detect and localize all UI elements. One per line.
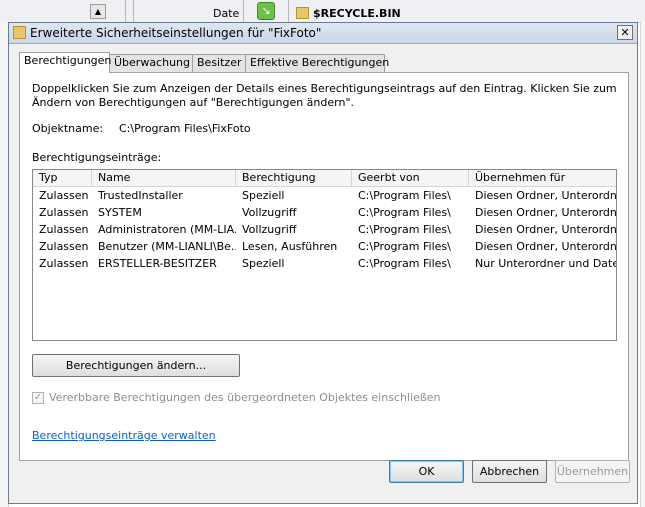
cell-typ: Zulassen	[39, 206, 89, 219]
column-header-berechtigung[interactable]: Berechtigung	[236, 170, 352, 186]
scroll-up-button[interactable]: ▲	[90, 4, 106, 19]
cell-uebernehmen-fuer: Diesen Ordner, Unterordn...	[475, 240, 616, 253]
column-header-geerbt-von[interactable]: Geerbt von	[352, 170, 469, 186]
folder-name-recycle-bin[interactable]: $RECYCLE.BIN	[313, 7, 401, 20]
close-button[interactable]: ✕	[617, 25, 633, 40]
manage-permission-entries-link[interactable]: Berechtigungseinträge verwalten	[32, 429, 216, 442]
column-divider	[133, 0, 134, 22]
cell-berechtigung: Lesen, Ausführen	[242, 240, 338, 253]
background-right-edge	[640, 22, 645, 507]
shortcut-arrow-icon: ↘	[257, 2, 275, 20]
cell-berechtigung: Vollzugriff	[242, 206, 297, 219]
object-name-value: C:\Program Files\FixFoto	[119, 122, 251, 135]
cell-geerbt-von: C:\Program Files\	[358, 240, 451, 253]
folder-icon	[296, 7, 309, 19]
cell-name: Administratoren (MM-LIA...	[98, 223, 236, 236]
object-name-label: Objektname:	[32, 122, 104, 135]
cell-typ: Zulassen	[39, 189, 89, 202]
permission-entries-label: Berechtigungseinträge:	[32, 151, 162, 164]
table-row[interactable]: Zulassen ERSTELLER-BESITZER Speziell C:\…	[33, 255, 616, 272]
column-header-uebernehmen-fuer[interactable]: Übernehmen für	[469, 170, 616, 186]
title-bar[interactable]: Erweiterte Sicherheitseinstellungen für …	[9, 23, 637, 44]
cell-typ: Zulassen	[39, 240, 89, 253]
checkmark-icon: ✓	[33, 392, 43, 403]
cell-geerbt-von: C:\Program Files\	[358, 189, 451, 202]
cancel-button[interactable]: Abbrechen	[472, 460, 547, 483]
column-divider	[125, 0, 126, 22]
inherit-permissions-label: Vererbbare Berechtigungen des übergeordn…	[49, 391, 441, 404]
table-row[interactable]: Zulassen Benutzer (MM-LIANLI\Be... Lesen…	[33, 238, 616, 255]
cell-name: ERSTELLER-BESITZER	[98, 257, 217, 270]
ok-button[interactable]: OK	[389, 460, 464, 483]
tab-effektive-berechtigungen[interactable]: Effektive Berechtigungen	[245, 54, 389, 72]
cell-name: TrustedInstaller	[98, 189, 183, 202]
advanced-security-dialog: Erweiterte Sicherheitseinstellungen für …	[8, 22, 638, 504]
cell-typ: Zulassen	[39, 257, 89, 270]
table-row[interactable]: Zulassen SYSTEM Vollzugriff C:\Program F…	[33, 204, 616, 221]
column-header-name[interactable]: Name	[92, 170, 236, 186]
cell-uebernehmen-fuer: Diesen Ordner, Unterordn...	[475, 206, 616, 219]
cell-geerbt-von: C:\Program Files\	[358, 257, 451, 270]
table-row[interactable]: Zulassen Administratoren (MM-LIA... Voll…	[33, 221, 616, 238]
cell-uebernehmen-fuer: Diesen Ordner, Unterordner	[475, 189, 616, 202]
apply-button[interactable]: Übernehmen	[555, 460, 630, 483]
cell-berechtigung: Vollzugriff	[242, 223, 297, 236]
cell-geerbt-von: C:\Program Files\	[358, 206, 451, 219]
permission-entries-list[interactable]: Typ Name Berechtigung Geerbt von Überneh…	[32, 169, 617, 341]
cell-uebernehmen-fuer: Diesen Ordner, Unterordn...	[475, 223, 616, 236]
column-divider	[243, 0, 244, 22]
cell-uebernehmen-fuer: Nur Unterordner und Date...	[475, 257, 616, 270]
cell-name: SYSTEM	[98, 206, 142, 219]
cell-berechtigung: Speziell	[242, 257, 285, 270]
cell-berechtigung: Speziell	[242, 189, 285, 202]
tab-ueberwachung[interactable]: Überwachung	[109, 54, 193, 72]
tab-berechtigungen[interactable]: Berechtigungen	[19, 52, 111, 73]
close-icon: ✕	[620, 26, 630, 39]
column-header-date[interactable]: Date	[213, 7, 239, 20]
column-header-typ[interactable]: Typ	[33, 170, 92, 186]
tab-besitzer[interactable]: Besitzer	[192, 54, 246, 72]
cell-name: Benutzer (MM-LIANLI\Be...	[98, 240, 236, 253]
inherit-permissions-checkbox[interactable]: ✓	[32, 392, 44, 404]
column-divider	[288, 0, 289, 22]
change-permissions-button[interactable]: Berechtigungen ändern...	[32, 354, 240, 377]
dialog-title: Erweiterte Sicherheitseinstellungen für …	[30, 26, 322, 40]
folder-icon	[13, 26, 26, 39]
table-row[interactable]: Zulassen TrustedInstaller Speziell C:\Pr…	[33, 187, 616, 204]
list-header: Typ Name Berechtigung Geerbt von Überneh…	[33, 170, 616, 187]
instructions-text: Doppelklicken Sie zum Anzeigen der Detai…	[32, 82, 617, 109]
permissions-tab-panel: Doppelklicken Sie zum Anzeigen der Detai…	[19, 72, 629, 461]
cell-geerbt-von: C:\Program Files\	[358, 223, 451, 236]
cell-typ: Zulassen	[39, 223, 89, 236]
background-explorer-header: ▲ Date ↘ $RECYCLE.BIN	[0, 0, 645, 23]
